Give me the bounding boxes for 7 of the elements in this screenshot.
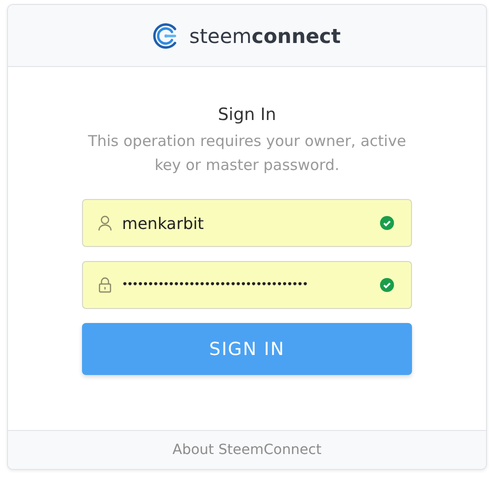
sign-in-title: Sign In: [218, 105, 276, 125]
username-field[interactable]: menkarbit: [82, 199, 412, 247]
lock-icon: [98, 277, 112, 293]
description: This operation requires your owner, active key or master password.: [86, 131, 408, 176]
password-field[interactable]: ••••••••••••••••••••••••••••••••••••: [82, 261, 412, 309]
user-icon: [98, 215, 112, 231]
logo-text: steemconnect: [189, 24, 341, 48]
